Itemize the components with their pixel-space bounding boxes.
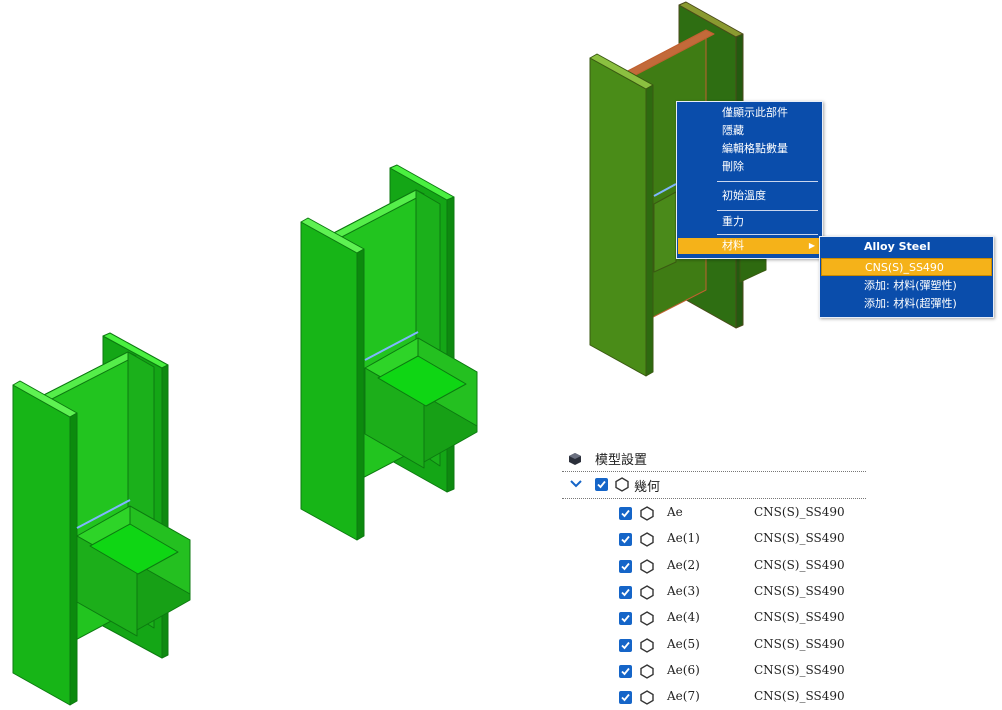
hexagon-icon [640, 558, 654, 577]
steel-column-part-2[interactable] [300, 164, 478, 541]
menu-item-initial-temperature[interactable]: 初始溫度 [678, 188, 821, 204]
tree-group-geometry[interactable]: 幾何 [562, 472, 866, 499]
part-material: CNS(S)_SS490 [754, 557, 845, 572]
part-name: Ae(4) [667, 610, 700, 625]
tree-row[interactable]: Ae(2) CNS(S)_SS490 [562, 553, 866, 579]
hexagon-icon [640, 506, 654, 524]
geometry-checkbox[interactable] [595, 478, 608, 491]
part-material: CNS(S)_SS490 [754, 636, 845, 651]
submenu-item-add-hyperelastic[interactable]: 添加: 材料(超彈性) [821, 295, 992, 313]
tree-header[interactable]: 模型設置 [562, 444, 866, 472]
part-checkbox[interactable] [619, 691, 632, 705]
tree-header-label: 模型設置 [595, 453, 648, 468]
menu-item-hide[interactable]: 隱藏 [678, 123, 821, 139]
hexagon-icon [640, 690, 654, 708]
hexagon-icon [640, 637, 654, 656]
part-name: Ae(6) [667, 662, 700, 677]
part-name: Ae(1) [667, 531, 700, 546]
part-checkbox[interactable] [619, 585, 632, 599]
part-checkbox[interactable] [619, 612, 632, 626]
menu-item-material-label: 材料 [722, 239, 744, 252]
chevron-down-icon[interactable] [570, 478, 582, 492]
menu-separator [717, 210, 818, 211]
hexagon-icon [615, 477, 629, 495]
context-menu: 僅顯示此部件 隱藏 編輯格點數量 刪除 初始溫度 重力 材料 ▶ [676, 101, 823, 259]
submenu-item-add-elastoplastic[interactable]: 添加: 材料(彈塑性) [821, 277, 992, 295]
part-material: CNS(S)_SS490 [754, 583, 845, 598]
tree-row[interactable]: Ae(5) CNS(S)_SS490 [562, 632, 866, 658]
hexagon-icon [640, 611, 654, 629]
part-name: Ae(5) [667, 636, 700, 651]
part-material: CNS(S)_SS490 [754, 505, 845, 519]
hexagon-icon [640, 663, 654, 682]
submenu-arrow-icon: ▶ [808, 241, 815, 250]
part-material: CNS(S)_SS490 [754, 531, 845, 546]
tree-row[interactable]: Ae(7) CNS(S)_SS490 [562, 684, 866, 710]
tree-row[interactable]: Ae CNS(S)_SS490 [562, 500, 866, 526]
part-name: Ae(3) [667, 583, 700, 598]
steel-column-part-1[interactable] [12, 332, 191, 706]
model-settings-icon [568, 452, 582, 469]
menu-separator [717, 181, 818, 182]
menu-item-edit-grid-count[interactable]: 編輯格點數量 [678, 141, 821, 157]
part-checkbox[interactable] [619, 664, 632, 678]
part-checkbox[interactable] [619, 559, 632, 573]
material-submenu: Alloy Steel CNS(S)_SS490 添加: 材料(彈塑性) 添加:… [819, 236, 994, 318]
menu-item-gravity[interactable]: 重力 [678, 214, 821, 230]
part-name: Ae [667, 505, 683, 519]
tree-row[interactable]: Ae(3) CNS(S)_SS490 [562, 579, 866, 605]
part-name: Ae(2) [667, 557, 700, 572]
menu-separator [717, 234, 818, 235]
part-material: CNS(S)_SS490 [754, 689, 845, 704]
hexagon-icon [640, 585, 654, 603]
menu-item-show-only[interactable]: 僅顯示此部件 [678, 105, 821, 121]
menu-item-material[interactable]: 材料 ▶ [678, 238, 821, 254]
model-tree-panel: 模型設置 幾何 Ae CNS(S)_SS490 Ae(1) CNS(S)_SS4… [562, 444, 870, 708]
menu-item-delete[interactable]: 刪除 [678, 159, 821, 175]
tree-row[interactable]: Ae(6) CNS(S)_SS490 [562, 658, 866, 684]
submenu-item-alloy-steel[interactable]: Alloy Steel [821, 238, 992, 256]
tree-row[interactable]: Ae(1) CNS(S)_SS490 [562, 526, 866, 552]
geometry-label: 幾何 [634, 480, 661, 495]
part-material: CNS(S)_SS490 [754, 662, 845, 677]
part-material: CNS(S)_SS490 [754, 610, 845, 625]
part-name: Ae(7) [667, 689, 700, 704]
part-checkbox[interactable] [619, 533, 632, 547]
part-checkbox[interactable] [619, 638, 632, 652]
part-checkbox[interactable] [619, 507, 632, 520]
submenu-item-cns-ss490[interactable]: CNS(S)_SS490 [821, 258, 992, 276]
hexagon-icon [640, 532, 654, 550]
tree-row[interactable]: Ae(4) CNS(S)_SS490 [562, 605, 866, 631]
